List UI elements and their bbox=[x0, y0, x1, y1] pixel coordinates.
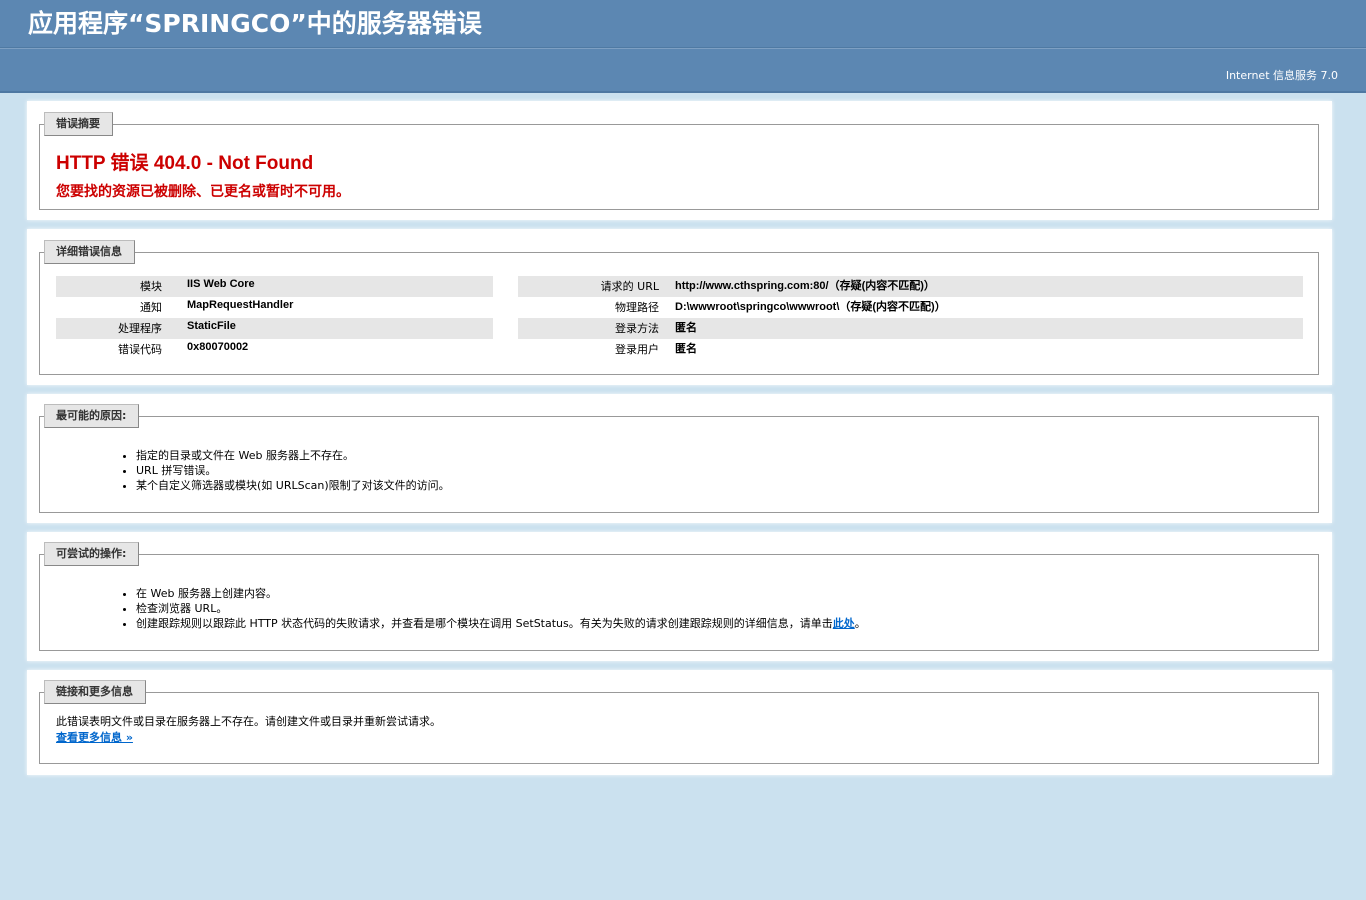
error-summary-section: 错误摘要 HTTP 错误 404.0 - Not Found 您要找的资源已被删… bbox=[27, 101, 1332, 220]
actions-fieldset: 可尝试的操作: 在 Web 服务器上创建内容。 检查浏览器 URL。 创建跟踪规… bbox=[39, 542, 1319, 651]
detail-value: 匿名 bbox=[675, 322, 697, 334]
actions-section: 可尝试的操作: 在 Web 服务器上创建内容。 检查浏览器 URL。 创建跟踪规… bbox=[27, 532, 1332, 661]
detail-label: 模块 bbox=[140, 280, 162, 293]
detail-value: 匿名 bbox=[675, 343, 697, 355]
detail-row-physical-path: 物理路径 D:\wwwroot\springco\wwwroot\（存疑(内容不… bbox=[518, 297, 1303, 318]
actions-legend: 可尝试的操作: bbox=[44, 542, 140, 566]
trace-rule-link[interactable]: 此处 bbox=[833, 617, 855, 630]
causes-legend: 最可能的原因: bbox=[44, 404, 140, 428]
detail-value: IIS Web Core bbox=[187, 278, 255, 290]
causes-fieldset: 最可能的原因: 指定的目录或文件在 Web 服务器上不存在。 URL 拼写错误。… bbox=[39, 404, 1319, 513]
list-item: 创建跟踪规则以跟踪此 HTTP 状态代码的失败请求，并查看是哪个模块在调用 Se… bbox=[136, 616, 866, 631]
error-title: HTTP 错误 404.0 - Not Found bbox=[56, 153, 314, 174]
error-summary-legend: 错误摘要 bbox=[44, 112, 113, 136]
detail-label: 物理路径 bbox=[615, 301, 659, 314]
list-item: 指定的目录或文件在 Web 服务器上不存在。 bbox=[136, 448, 450, 463]
detail-row-logon-user: 登录用户 匿名 bbox=[518, 339, 1303, 360]
list-item: 在 Web 服务器上创建内容。 bbox=[136, 586, 866, 601]
detail-value: D:\wwwroot\springco\wwwroot\（存疑(内容不匹配)） bbox=[675, 301, 946, 313]
detail-label: 处理程序 bbox=[118, 322, 162, 335]
detail-label: 请求的 URL bbox=[600, 280, 659, 293]
causes-section: 最可能的原因: 指定的目录或文件在 Web 服务器上不存在。 URL 拼写错误。… bbox=[27, 394, 1332, 523]
detail-value: StaticFile bbox=[187, 320, 236, 332]
detail-row-module: 模块 IIS Web Core bbox=[56, 276, 493, 297]
links-fieldset: 链接和更多信息 此错误表明文件或目录在服务器上不存在。请创建文件或目录并重新尝试… bbox=[39, 680, 1319, 764]
server-version: Internet 信息服务 7.0 bbox=[1225, 69, 1338, 82]
more-info-link[interactable]: 查看更多信息 » bbox=[56, 729, 133, 745]
page-header: 应用程序“SPRINGCO”中的服务器错误 bbox=[0, 0, 1366, 48]
actions-list: 在 Web 服务器上创建内容。 检查浏览器 URL。 创建跟踪规则以跟踪此 HT… bbox=[122, 586, 866, 631]
links-section: 链接和更多信息 此错误表明文件或目录在服务器上不存在。请创建文件或目录并重新尝试… bbox=[27, 670, 1332, 775]
detail-row-requested-url: 请求的 URL http://www.cthspring.com:80/（存疑(… bbox=[518, 276, 1303, 297]
server-bar: Internet 信息服务 7.0 bbox=[0, 48, 1366, 93]
detail-row-error-code: 错误代码 0x80070002 bbox=[56, 339, 493, 360]
page-title: 应用程序“SPRINGCO”中的服务器错误 bbox=[28, 9, 482, 38]
list-item: 某个自定义筛选器或模块(如 URLScan)限制了对该文件的访问。 bbox=[136, 478, 450, 493]
detail-label: 通知 bbox=[140, 301, 162, 314]
details-legend: 详细错误信息 bbox=[44, 240, 135, 264]
detail-value: MapRequestHandler bbox=[187, 299, 294, 311]
detail-row-notification: 通知 MapRequestHandler bbox=[56, 297, 493, 318]
trace-text: 创建跟踪规则以跟踪此 HTTP 状态代码的失败请求，并查看是哪个模块在调用 Se… bbox=[136, 617, 833, 630]
list-item: URL 拼写错误。 bbox=[136, 463, 450, 478]
detail-value: 0x80070002 bbox=[187, 341, 249, 353]
detail-value: http://www.cthspring.com:80/（存疑(内容不匹配)） bbox=[675, 280, 935, 292]
error-subtitle: 您要找的资源已被删除、已更名或暂时不可用。 bbox=[56, 184, 350, 200]
list-item: 检查浏览器 URL。 bbox=[136, 601, 866, 616]
detail-label: 错误代码 bbox=[118, 343, 162, 356]
details-section: 详细错误信息 模块 IIS Web Core 通知 MapRequestHand… bbox=[27, 229, 1332, 385]
causes-list: 指定的目录或文件在 Web 服务器上不存在。 URL 拼写错误。 某个自定义筛选… bbox=[122, 448, 450, 493]
links-legend: 链接和更多信息 bbox=[44, 680, 146, 704]
details-fieldset: 详细错误信息 模块 IIS Web Core 通知 MapRequestHand… bbox=[39, 240, 1319, 375]
trace-end: 。 bbox=[854, 617, 866, 630]
detail-row-handler: 处理程序 StaticFile bbox=[56, 318, 493, 339]
detail-label: 登录方法 bbox=[615, 322, 659, 335]
links-text: 此错误表明文件或目录在服务器上不存在。请创建文件或目录并重新尝试请求。 bbox=[56, 715, 441, 728]
error-summary-fieldset: 错误摘要 HTTP 错误 404.0 - Not Found 您要找的资源已被删… bbox=[39, 112, 1319, 210]
detail-label: 登录用户 bbox=[615, 343, 659, 356]
detail-row-logon-method: 登录方法 匿名 bbox=[518, 318, 1303, 339]
